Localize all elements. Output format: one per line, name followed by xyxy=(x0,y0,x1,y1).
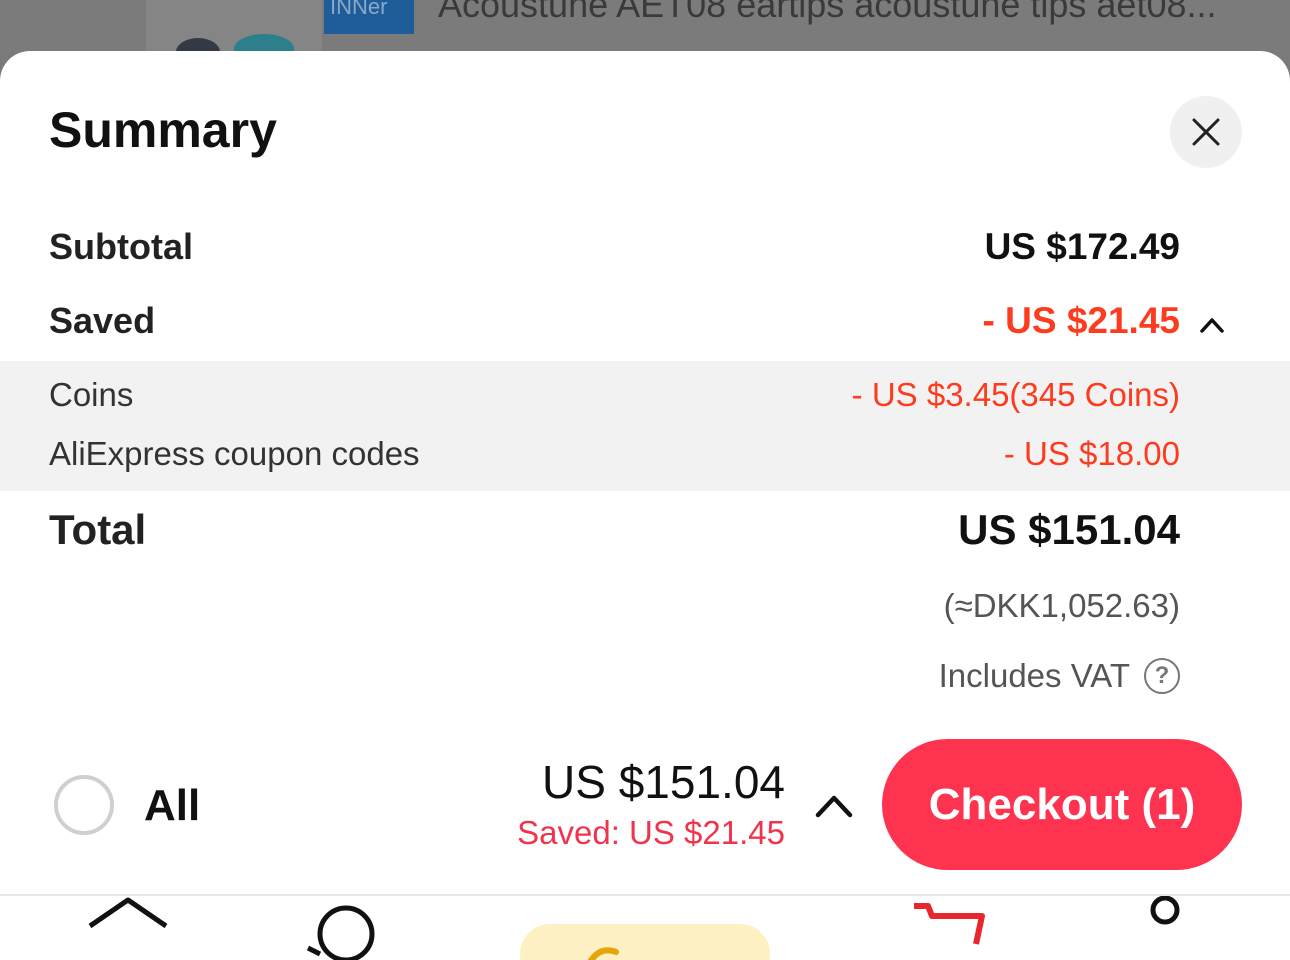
cart-icon[interactable] xyxy=(910,896,990,960)
coins-label: Coins xyxy=(49,376,134,413)
product-box-image: INNer xyxy=(324,0,414,34)
chevron-up-icon[interactable] xyxy=(1198,313,1226,335)
eartip-image xyxy=(176,38,220,52)
background-page: INNer Acoustune AET08 eartips acoustune … xyxy=(0,0,1290,52)
choice-icon[interactable] xyxy=(520,924,770,960)
product-thumbnail xyxy=(146,0,322,52)
savings-breakdown: Coins - US $3.45(345 Coins) AliExpress c… xyxy=(0,361,1290,491)
checkout-bar: All US $151.04 Saved: US $21.45 Checkout… xyxy=(0,731,1290,893)
footer-saved: Saved: US $21.45 xyxy=(517,814,785,851)
subtotal-value: US $172.49 xyxy=(984,226,1180,267)
select-all-radio[interactable] xyxy=(54,775,114,835)
select-all-label[interactable]: All xyxy=(144,781,200,831)
home-icon[interactable] xyxy=(88,896,168,960)
vat-note: Includes VAT ? xyxy=(939,657,1180,695)
coupon-label: AliExpress coupon codes xyxy=(49,435,420,472)
footer-total: US $151.04 xyxy=(542,756,785,808)
vat-label: Includes VAT xyxy=(938,657,1130,694)
checkout-button[interactable]: Checkout (1) xyxy=(882,739,1242,870)
coupon-row: AliExpress coupon codes - US $18.00 xyxy=(0,435,1290,475)
total-row: Total US $151.04 xyxy=(0,506,1290,562)
saved-value: - US $21.45 xyxy=(982,300,1180,341)
search-icon[interactable] xyxy=(300,896,380,960)
close-button[interactable] xyxy=(1170,96,1242,168)
help-icon[interactable]: ? xyxy=(1144,658,1180,694)
coupon-value: - US $18.00 xyxy=(1003,435,1180,472)
chevron-up-icon[interactable] xyxy=(814,793,854,819)
converted-total: (≈DKK1,052.63) xyxy=(943,587,1180,624)
summary-sheet: Summary Subtotal US $172.49 Saved - US $… xyxy=(0,51,1290,960)
coins-row: Coins - US $3.45(345 Coins) xyxy=(0,376,1290,416)
total-label: Total xyxy=(49,506,147,553)
total-value: US $151.04 xyxy=(958,506,1180,553)
subtotal-row: Subtotal US $172.49 xyxy=(0,226,1290,276)
saved-label: Saved xyxy=(49,300,156,341)
saved-row[interactable]: Saved - US $21.45 xyxy=(0,300,1290,350)
product-title: Acoustune AET08 eartips acoustune tips a… xyxy=(438,0,1217,25)
subtotal-label: Subtotal xyxy=(49,226,193,267)
close-icon xyxy=(1192,118,1220,146)
coins-value: - US $3.45(345 Coins) xyxy=(851,376,1180,413)
eartip-image xyxy=(234,34,294,52)
account-icon[interactable] xyxy=(1135,896,1195,960)
sheet-title: Summary xyxy=(49,102,277,158)
bottom-tabbar xyxy=(0,896,1290,960)
